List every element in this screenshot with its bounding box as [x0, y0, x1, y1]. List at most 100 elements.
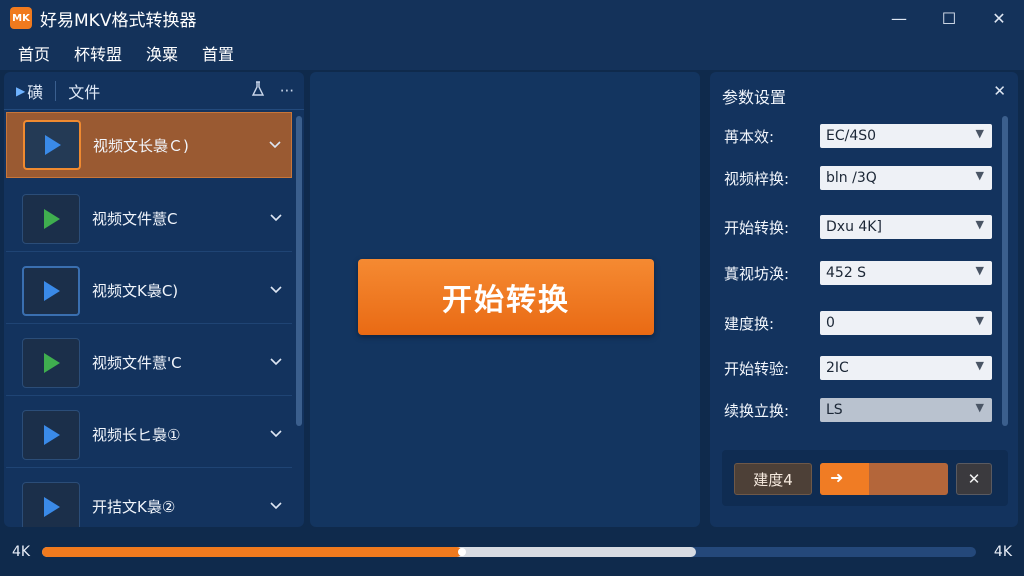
video-thumbnail	[22, 481, 80, 527]
setting-label: 视频梓换:	[724, 169, 790, 188]
menu-item-home[interactable]: 首页	[18, 41, 50, 65]
setting-value: 0	[826, 315, 835, 331]
setting-select[interactable]: 2IC ▼	[820, 356, 992, 380]
setting-row: 蒖视坊涣: 452 S ▼	[724, 260, 996, 286]
progress-right-label: 4K	[993, 544, 1012, 560]
app-logo-icon: MK	[10, 7, 32, 29]
file-item[interactable]: 视频长ヒ裊①	[6, 402, 292, 468]
setting-label: 开始转验:	[724, 359, 790, 378]
chevron-down-icon[interactable]	[260, 283, 292, 298]
chevron-down-icon: ▼	[975, 264, 984, 277]
setting-label: 苒本效:	[724, 127, 775, 146]
preview-panel: 开始转换	[310, 72, 700, 527]
app-title: 好易MKV格式转换器	[40, 10, 197, 31]
setting-label: 蒖视坊涣:	[724, 264, 790, 283]
file-name: 视频长ヒ裊①	[92, 426, 181, 444]
tab-files[interactable]: 文件	[68, 79, 100, 103]
chevron-down-icon[interactable]	[260, 355, 292, 370]
setting-label: 建度换:	[724, 314, 775, 333]
settings-close-icon[interactable]: ✕	[993, 82, 1006, 100]
setting-label: 续换立换:	[724, 401, 790, 420]
minimize-button[interactable]: —	[874, 0, 924, 36]
video-thumbnail	[22, 265, 80, 316]
speed-slider-fill	[820, 463, 869, 495]
setting-value: LS	[826, 402, 843, 418]
settings-scrollbar[interactable]	[1002, 116, 1008, 426]
tab-queue[interactable]: 磺	[27, 79, 43, 103]
progress-bar[interactable]	[42, 547, 976, 557]
play-icon	[44, 496, 60, 517]
expand-triangle-icon[interactable]: ▶	[16, 84, 25, 98]
menu-item-settings[interactable]: 首置	[202, 41, 234, 65]
chevron-down-icon: ▼	[975, 401, 984, 414]
file-item[interactable]: 视频文长裊Ｃ)	[6, 112, 292, 178]
setting-value: 452 S	[826, 265, 867, 281]
chevron-down-icon[interactable]	[259, 138, 291, 153]
setting-value: bln /3Q	[826, 170, 877, 186]
setting-value: 2IC	[826, 360, 849, 376]
play-icon	[44, 280, 60, 301]
file-name: 开拮文K裊②	[92, 498, 176, 516]
cancel-button[interactable]: ✕	[956, 463, 992, 495]
play-icon	[45, 135, 61, 155]
setting-select[interactable]: EC/4S0 ▼	[820, 124, 992, 148]
setting-value: EC/4S0	[826, 128, 877, 144]
menu-item-edit[interactable]: 涣粟	[146, 41, 178, 65]
settings-panel: 参数设置 ✕ 苒本效: EC/4S0 ▼ 视频梓换: bln /3Q ▼ 开始转…	[710, 72, 1018, 527]
play-icon	[44, 208, 60, 229]
video-thumbnail	[22, 337, 80, 388]
chevron-down-icon: ▼	[975, 169, 984, 182]
chevron-down-icon[interactable]	[260, 427, 292, 442]
flask-icon[interactable]	[250, 81, 266, 101]
chevron-down-icon: ▼	[975, 218, 984, 231]
chevron-down-icon[interactable]	[260, 499, 292, 514]
arrow-right-icon: ➜	[830, 468, 844, 487]
more-icon[interactable]: ···	[280, 82, 294, 100]
video-thumbnail	[22, 409, 80, 460]
file-list-scrollbar[interactable]	[296, 116, 302, 426]
file-name: 视频文K裊C)	[92, 282, 179, 300]
video-thumbnail	[22, 193, 80, 244]
chevron-down-icon: ▼	[975, 127, 984, 140]
setting-row: 续换立换: LS ▼	[724, 397, 996, 423]
setting-select[interactable]: 452 S ▼	[820, 261, 992, 285]
progress-fill	[42, 547, 463, 557]
setting-label: 开始转换:	[724, 218, 790, 237]
chevron-down-icon[interactable]	[260, 211, 292, 226]
file-name: 视频文长裊Ｃ)	[93, 136, 189, 155]
maximize-button[interactable]: ☐	[924, 0, 974, 36]
title-bar: MK 好易MKV格式转换器 — ☐ ✕	[0, 0, 1024, 36]
setting-row: 苒本效: EC/4S0 ▼	[724, 123, 996, 149]
file-item[interactable]: 开拮文K裊②	[6, 474, 292, 527]
menu-item-convert[interactable]: 杯转盟	[74, 41, 122, 65]
setting-row: 开始转换: Dxu 4K] ▼	[724, 214, 996, 240]
file-name: 视频文件薏'C	[92, 354, 182, 372]
setting-row: 建度换: 0 ▼	[724, 310, 996, 336]
setting-select[interactable]: 0 ▼	[820, 311, 992, 335]
file-item[interactable]: 视频文件薏C	[6, 186, 292, 252]
setting-select[interactable]: bln /3Q ▼	[820, 166, 992, 190]
speed-slider[interactable]: ➜	[820, 463, 948, 495]
chevron-down-icon: ▼	[975, 314, 984, 327]
close-button[interactable]: ✕	[974, 0, 1024, 36]
setting-select[interactable]: Dxu 4K] ▼	[820, 215, 992, 239]
file-item[interactable]: 视频文K裊C)	[6, 258, 292, 324]
start-convert-button[interactable]: 开始转换	[358, 259, 654, 335]
settings-footer: 建度4 ➜ ✕	[722, 450, 1008, 506]
chevron-down-icon: ▼	[975, 359, 984, 372]
play-icon	[44, 352, 60, 373]
play-icon	[44, 424, 60, 445]
file-item[interactable]: 视频文件薏'C	[6, 330, 292, 396]
speed-button[interactable]: 建度4	[734, 463, 812, 495]
setting-select[interactable]: LS ▼	[820, 398, 992, 422]
video-thumbnail	[23, 120, 81, 170]
header-icons: ···	[250, 72, 294, 110]
setting-row: 开始转验: 2IC ▼	[724, 355, 996, 381]
header-divider	[55, 80, 57, 101]
setting-value: Dxu 4K]	[826, 219, 882, 235]
file-list: 视频文长裊Ｃ) 视频文件薏C 视频文K裊C) 视频文件薏'C 视频长ヒ裊① 开拮…	[4, 110, 294, 527]
progress-left-label: 4K	[12, 544, 31, 560]
setting-row: 视频梓换: bln /3Q ▼	[724, 165, 996, 191]
settings-title: 参数设置	[722, 88, 787, 107]
file-list-header: ▶ 磺 文件 ···	[4, 72, 304, 110]
